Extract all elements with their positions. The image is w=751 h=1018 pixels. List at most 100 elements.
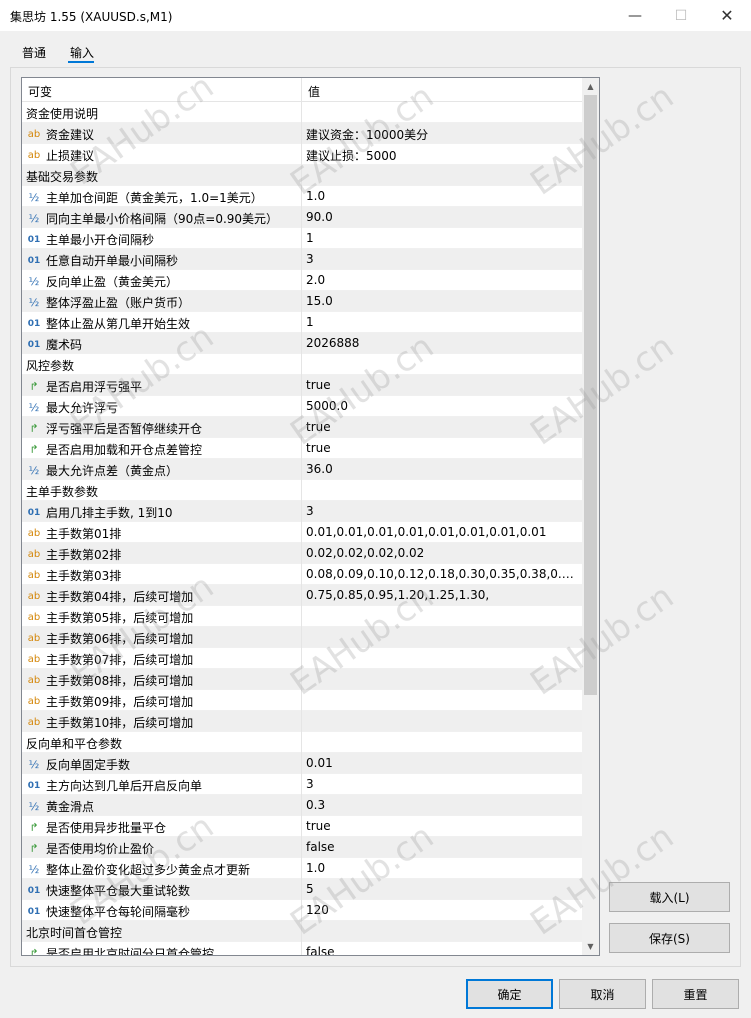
parameter-row[interactable]: ab 主手数第01排 0.01,0.01,0.01,0.01,0.01,0.01,0… — [22, 522, 582, 543]
parameter-value[interactable]: 15.0 — [306, 294, 578, 308]
group-row[interactable]: 基础交易参数 — [22, 165, 582, 186]
reset-button[interactable]: 重置 — [652, 979, 739, 1009]
parameter-row[interactable]: ab 主手数第07排，后续可增加 — [22, 648, 582, 669]
maximize-button[interactable]: ☐ — [658, 0, 704, 31]
parameter-value[interactable]: 0.08,0.09,0.10,0.12,0.18,0.30,0.35,0.38,… — [306, 567, 578, 581]
parameter-value[interactable]: false — [306, 945, 578, 955]
parameter-value[interactable]: 1.0 — [306, 189, 578, 203]
parameter-row[interactable]: ½ 反向单止盈（黄金美元） 2.0 — [22, 270, 582, 291]
parameter-row[interactable]: ½ 反向单固定手数 0.01 — [22, 753, 582, 774]
parameter-name-cell: ↱ 是否启用加载和开仓点差管控 — [26, 441, 300, 458]
load-button[interactable]: 载入(L) — [609, 882, 730, 912]
parameter-row[interactable]: ab 主手数第10排，后续可增加 — [22, 711, 582, 732]
group-row[interactable]: 主单手数参数 — [22, 480, 582, 501]
parameter-name: 快速整体平仓最大重试轮数 — [46, 884, 191, 898]
parameter-row[interactable]: 01 主方向达到几单后开启反向单 3 — [22, 774, 582, 795]
save-button[interactable]: 保存(S) — [609, 923, 730, 953]
parameter-value[interactable]: 90.0 — [306, 210, 578, 224]
parameter-row[interactable]: 01 主单最小开仓间隔秒 1 — [22, 228, 582, 249]
parameter-value[interactable]: 2.0 — [306, 273, 578, 287]
parameter-row[interactable]: ↱ 是否启用浮亏强平 true — [22, 375, 582, 396]
parameter-row[interactable]: ½ 最大允许浮亏 5000.0 — [22, 396, 582, 417]
tab-common[interactable]: 普通 — [22, 44, 46, 61]
group-row[interactable]: 风控参数 — [22, 354, 582, 375]
column-header-value[interactable]: 值 — [308, 83, 320, 100]
parameter-name-cell: ab 主手数第01排 — [26, 525, 300, 542]
vertical-scrollbar[interactable]: ▲ ▼ — [582, 78, 599, 955]
parameter-row[interactable]: ↱ 是否使用异步批量平仓 true — [22, 816, 582, 837]
parameter-row[interactable]: 01 快速整体平仓最大重试轮数 5 — [22, 879, 582, 900]
group-label: 反向单和平仓参数 — [26, 737, 123, 751]
parameter-value[interactable]: 0.02,0.02,0.02,0.02 — [306, 546, 578, 560]
parameter-value[interactable]: 1 — [306, 231, 578, 245]
parameter-row[interactable]: ab 主手数第02排 0.02,0.02,0.02,0.02 — [22, 543, 582, 564]
parameter-row[interactable]: 01 快速整体平仓每轮间隔毫秒 120 — [22, 900, 582, 921]
parameter-value[interactable]: 1 — [306, 315, 578, 329]
group-row[interactable]: 北京时间首仓管控 — [22, 921, 582, 942]
parameter-value[interactable]: true — [306, 819, 578, 833]
minimize-button[interactable]: — — [612, 0, 658, 31]
parameter-row[interactable]: 01 整体止盈从第几单开始生效 1 — [22, 312, 582, 333]
parameter-row[interactable]: ab 主手数第03排 0.08,0.09,0.10,0.12,0.18,0.30,0… — [22, 564, 582, 585]
parameter-name: 主单加仓间距（黄金美元，1.0=1美元） — [46, 191, 263, 205]
parameter-row[interactable]: ab 主手数第05排，后续可增加 — [22, 606, 582, 627]
scroll-up-arrow-icon[interactable]: ▲ — [582, 78, 599, 95]
parameter-name: 主方向达到几单后开启反向单 — [46, 779, 203, 793]
parameter-value[interactable]: 120 — [306, 903, 578, 917]
parameter-row[interactable]: ab 止损建议 建议止损：5000 — [22, 144, 582, 165]
parameter-value[interactable]: 3 — [306, 777, 578, 791]
parameter-name: 主手数第04排，后续可增加 — [46, 590, 194, 604]
parameter-row[interactable]: ab 主手数第09排，后续可增加 — [22, 690, 582, 711]
parameter-row[interactable]: ↱ 浮亏强平后是否暂停继续开仓 true — [22, 417, 582, 438]
ok-button[interactable]: 确定 — [466, 979, 553, 1009]
boolean-type-icon: ↱ — [29, 443, 39, 456]
parameter-value[interactable]: 1.0 — [306, 861, 578, 875]
parameter-value[interactable]: 5 — [306, 882, 578, 896]
parameter-row[interactable]: ½ 黄金滑点 0.3 — [22, 795, 582, 816]
parameter-value[interactable]: 0.3 — [306, 798, 578, 812]
parameter-value[interactable]: 建议资金：10000美分 — [306, 126, 578, 143]
parameter-row[interactable]: ½ 整体止盈价变化超过多少黄金点才更新 1.0 — [22, 858, 582, 879]
cell-divider — [301, 522, 302, 543]
parameter-value[interactable]: 3 — [306, 252, 578, 266]
parameter-value[interactable]: 0.01 — [306, 756, 578, 770]
column-header-name[interactable]: 可变 — [28, 83, 52, 100]
parameter-value[interactable]: true — [306, 441, 578, 455]
cancel-button[interactable]: 取消 — [559, 979, 646, 1009]
parameter-row[interactable]: 01 任意自动开单最小间隔秒 3 — [22, 249, 582, 270]
parameter-value[interactable]: true — [306, 420, 578, 434]
group-row[interactable]: 反向单和平仓参数 — [22, 732, 582, 753]
parameter-name: 主手数第07排，后续可增加 — [46, 653, 194, 667]
parameter-row[interactable]: ½ 同向主单最小价格间隔（90点=0.90美元） 90.0 — [22, 207, 582, 228]
parameter-row[interactable]: ↱ 是否使用均价止盈价 false — [22, 837, 582, 858]
parameter-value[interactable]: 0.01,0.01,0.01,0.01,0.01,0.01,0.01,0.01 — [306, 525, 578, 539]
parameter-value[interactable]: 2026888 — [306, 336, 578, 350]
parameter-row[interactable]: ↱ 是否启用加载和开仓点差管控 true — [22, 438, 582, 459]
cell-divider — [301, 123, 302, 144]
parameter-row[interactable]: ½ 主单加仓间距（黄金美元，1.0=1美元） 1.0 — [22, 186, 582, 207]
parameter-value[interactable]: 建议止损：5000 — [306, 147, 578, 164]
scroll-down-arrow-icon[interactable]: ▼ — [582, 938, 599, 955]
parameter-row[interactable]: ab 资金建议 建议资金：10000美分 — [22, 123, 582, 144]
scroll-thumb[interactable] — [584, 95, 597, 695]
group-row[interactable]: 资金使用说明 — [22, 102, 582, 123]
parameter-row[interactable]: 01 魔术码 2026888 — [22, 333, 582, 354]
tab-inputs[interactable]: 输入 — [70, 44, 94, 61]
parameter-row[interactable]: ↱ 是否启用北京时间分日首仓管控 false — [22, 942, 582, 955]
parameter-row[interactable]: ½ 最大允许点差（黄金点） 36.0 — [22, 459, 582, 480]
parameter-value[interactable]: 5000.0 — [306, 399, 578, 413]
cell-divider — [301, 228, 302, 249]
parameter-row[interactable]: ab 主手数第08排，后续可增加 — [22, 669, 582, 690]
parameter-row[interactable]: 01 启用几排主手数, 1到10 3 — [22, 501, 582, 522]
close-button[interactable]: ✕ — [704, 0, 750, 31]
parameter-value[interactable]: true — [306, 378, 578, 392]
column-divider[interactable] — [301, 78, 302, 102]
parameter-row[interactable]: ½ 整体浮盈止盈（账户货币） 15.0 — [22, 291, 582, 312]
parameter-value[interactable]: false — [306, 840, 578, 854]
parameter-value[interactable]: 36.0 — [306, 462, 578, 476]
parameter-row[interactable]: ab 主手数第06排，后续可增加 — [22, 627, 582, 648]
parameter-name-cell: ½ 整体止盈价变化超过多少黄金点才更新 — [26, 861, 300, 878]
parameter-value[interactable]: 0.75,0.85,0.95,1.20,1.25,1.30, — [306, 588, 578, 602]
parameter-value[interactable]: 3 — [306, 504, 578, 518]
parameter-row[interactable]: ab 主手数第04排，后续可增加 0.75,0.85,0.95,1.20,1.25,… — [22, 585, 582, 606]
